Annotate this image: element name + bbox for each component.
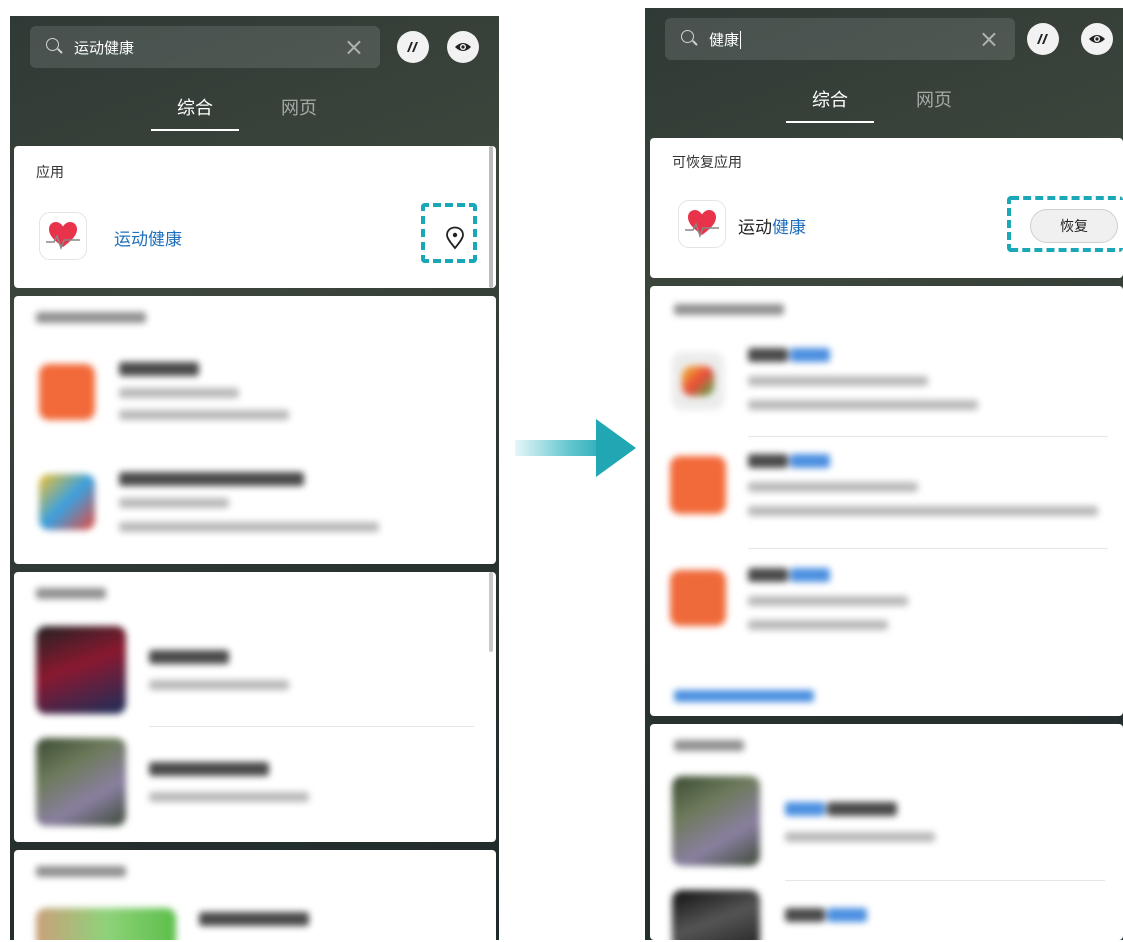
section-title: 可恢复应用 — [672, 155, 742, 171]
tab-comprehensive[interactable]: 综合 — [151, 94, 239, 131]
scan-button[interactable] — [447, 31, 479, 63]
clear-icon[interactable]: × — [979, 27, 999, 51]
ai-lens-icon — [1037, 34, 1048, 44]
tab-comprehensive[interactable]: 综合 — [786, 86, 874, 123]
search-bar[interactable]: 运动健康 × — [30, 26, 380, 68]
ai-lens-button[interactable] — [1027, 23, 1059, 55]
tab-web[interactable]: 网页 — [890, 86, 978, 123]
app-name[interactable]: 运动健康 — [114, 225, 182, 250]
heart-icon — [46, 222, 80, 251]
ai-lens-button[interactable] — [397, 31, 429, 63]
app-store-card — [14, 296, 496, 564]
eye-icon — [1089, 35, 1105, 43]
search-input[interactable]: 运动健康 — [74, 37, 344, 58]
scrollbar[interactable] — [489, 146, 493, 288]
right-phone-screen: 健康 × 综合 网页 可恢复应用 运动健康 恢复 — [645, 8, 1123, 940]
section-title: 应用 — [36, 165, 64, 181]
search-input[interactable]: 健康 — [709, 29, 979, 50]
search-icon — [46, 38, 64, 56]
tab-bar: 综合 网页 — [151, 94, 343, 131]
tab-bar: 综合 网页 — [786, 86, 978, 123]
highlight-box — [421, 203, 477, 263]
app-name[interactable]: 运动健康 — [738, 213, 806, 238]
heart-icon — [685, 210, 719, 239]
clear-icon[interactable]: × — [344, 35, 364, 59]
arrow-head-icon — [596, 419, 636, 477]
left-phone-screen: 运动健康 × 综合 网页 应用 运动健康 — [10, 16, 499, 940]
health-app-icon[interactable] — [678, 200, 726, 248]
eye-icon — [455, 43, 471, 51]
scan-button[interactable] — [1081, 23, 1113, 55]
music-card — [650, 724, 1123, 940]
search-icon — [681, 30, 699, 48]
tab-web[interactable]: 网页 — [255, 94, 343, 131]
video-card — [14, 850, 496, 940]
highlight-box — [1007, 196, 1123, 252]
search-bar[interactable]: 健康 × — [665, 18, 1015, 60]
app-store-card — [650, 286, 1123, 716]
scrollbar[interactable] — [489, 572, 493, 652]
ai-lens-icon — [407, 42, 418, 52]
music-card — [14, 572, 496, 842]
health-app-icon[interactable] — [39, 212, 87, 260]
